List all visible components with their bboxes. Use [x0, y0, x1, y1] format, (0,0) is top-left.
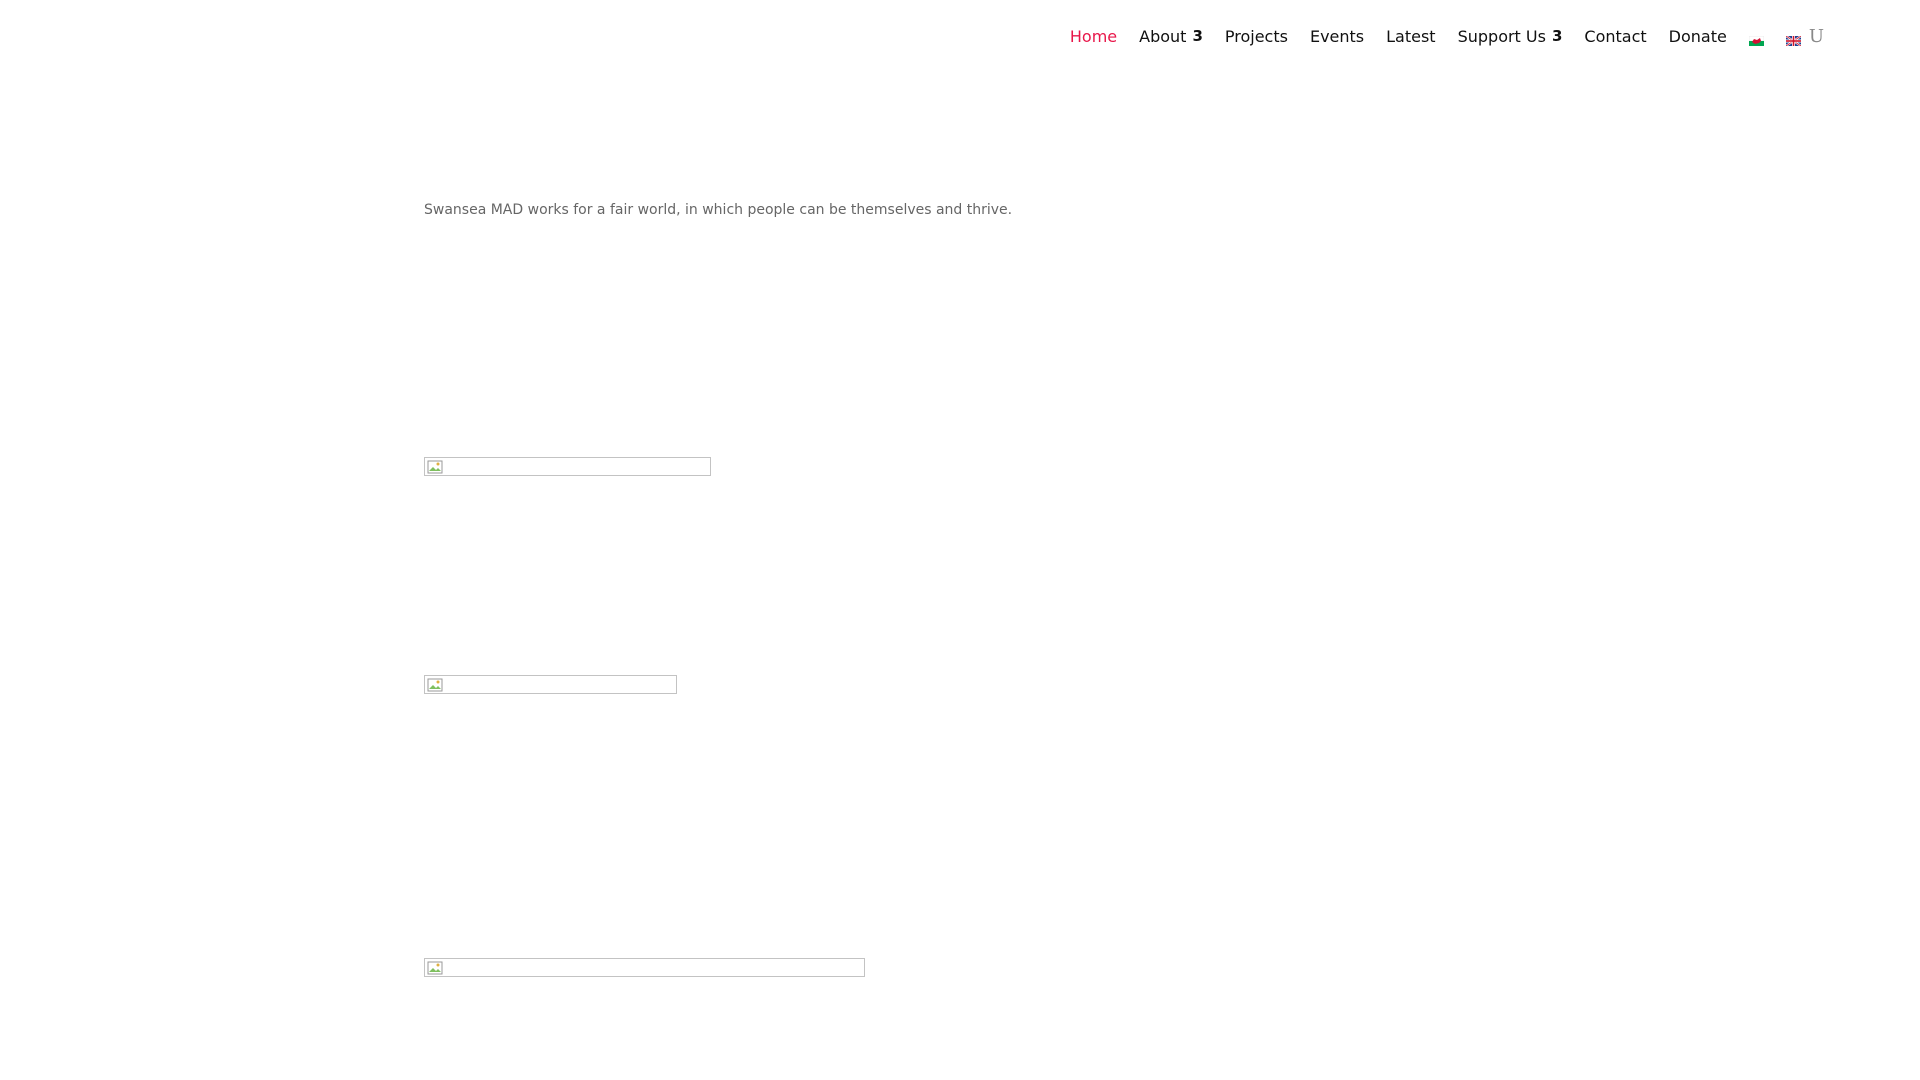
chevron-down-icon: 3 [1192, 27, 1203, 45]
site-header: Home About 3 Projects Events Latest Supp… [0, 0, 1920, 72]
nav-item-home[interactable]: Home [1070, 27, 1117, 46]
nav-item-label: Latest [1386, 26, 1436, 46]
welsh-flag-icon[interactable] [1748, 31, 1765, 46]
search-icon[interactable]: U [1809, 26, 1824, 47]
nav-item-label: Contact [1584, 26, 1647, 46]
chevron-down-icon: 3 [1551, 27, 1563, 45]
uk-flag-icon[interactable] [1785, 31, 1802, 47]
nav-item-support-us[interactable]: Support Us 3 [1458, 27, 1563, 46]
nav-item-label: Projects [1224, 26, 1288, 46]
broken-image-icon [424, 457, 711, 476]
nav-item-label: Donate [1668, 26, 1727, 46]
nav-item-label: Support Us [1457, 26, 1546, 46]
intro-text: Swansea MAD works for a fair world, in w… [424, 202, 1013, 218]
broken-image-icon [424, 958, 865, 977]
nav-item-latest[interactable]: Latest [1386, 27, 1435, 46]
nav-item-contact[interactable]: Contact [1584, 27, 1646, 46]
main-nav: Home About 3 Projects Events Latest Supp… [1070, 22, 1824, 50]
nav-item-projects[interactable]: Projects [1225, 27, 1288, 46]
nav-item-donate[interactable]: Donate [1669, 27, 1727, 46]
nav-item-events[interactable]: Events [1310, 27, 1364, 46]
nav-item-label: About [1139, 26, 1187, 46]
nav-item-label: Events [1309, 26, 1365, 46]
nav-item-about[interactable]: About 3 [1139, 27, 1203, 46]
nav-item-label: Home [1069, 26, 1118, 46]
broken-image-icon [424, 675, 677, 694]
